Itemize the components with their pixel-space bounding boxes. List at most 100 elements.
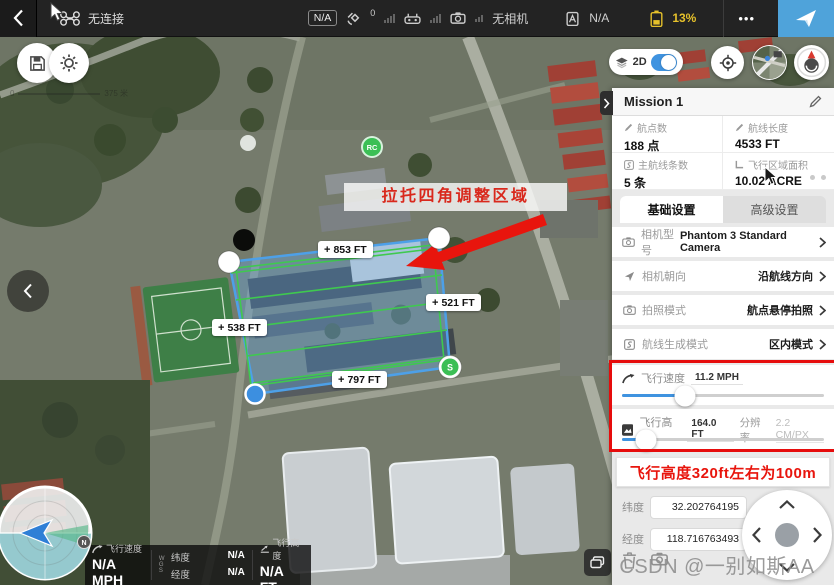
svg-text:N: N (81, 540, 86, 547)
dpad-right-icon[interactable] (813, 527, 822, 543)
2d-label: 2D (633, 56, 647, 68)
gps-signal-bars (384, 14, 395, 23)
stat-route-length: 航线长度 4533 FT (723, 116, 834, 153)
camera-status: 无相机 (492, 10, 528, 27)
chevron-right-icon (819, 305, 826, 316)
altitude-icon (260, 544, 270, 554)
panel-collapse-button[interactable] (600, 91, 613, 115)
dpad-center-button[interactable] (775, 523, 799, 547)
telemetry-altitude: 飞行高度 N/A FT (253, 545, 311, 585)
crosshair-icon (719, 54, 737, 72)
insert-point-icon (218, 322, 224, 334)
edge-length-top[interactable]: 853 FT (318, 241, 373, 258)
top-status-bar: 无连接 N/A 0 (0, 0, 834, 37)
altitude-note: 飞行高度320ft左右为100m (616, 457, 830, 487)
mission-stats: 航点数 188 点 航线长度 4533 FT 主航线条数 (612, 116, 834, 190)
stat-waypoints: 航点数 188 点 (612, 116, 723, 153)
compass-icon (794, 45, 829, 80)
stats-page-dots[interactable] (810, 175, 826, 180)
rc-signal-bars (430, 14, 441, 23)
rc-home-marker[interactable]: RC (361, 136, 383, 158)
serpentine-icon (624, 160, 634, 170)
insert-point-icon (324, 244, 330, 256)
mouse-cursor-black (764, 166, 778, 185)
connection-status: 无连接 (88, 10, 124, 27)
speed-slider-row: 飞行速度 11.2 MPH (612, 365, 834, 405)
speed-value: 11.2 MPH (691, 372, 743, 385)
satellite-count: 0 (370, 8, 375, 18)
insert-point-icon (432, 297, 438, 309)
edge-length-right[interactable]: 521 FT (426, 294, 481, 311)
speed-slider-thumb[interactable] (674, 385, 695, 406)
waypoint-icon (624, 123, 633, 132)
attitude-gauge: N (0, 0, 140, 585)
corner-handle-top-left[interactable] (218, 251, 240, 273)
setting-camera-heading[interactable]: 相机朝向 沿航线方向 (612, 261, 834, 291)
setting-route-mode[interactable]: 航线生成模式 区内模式 (612, 329, 834, 359)
corner-handle-top-right[interactable] (428, 227, 450, 249)
camera-icon (622, 237, 635, 247)
stat-main-lines: 主航线条数 5 条 (612, 153, 723, 190)
route-length-icon (735, 123, 744, 132)
dpad-left-icon[interactable] (752, 527, 761, 543)
map-layer-toggle[interactable]: 2D (609, 49, 683, 75)
corner-handle-bottom-left[interactable] (246, 385, 265, 404)
watermark: CSDN @一别如斯AA (600, 550, 834, 579)
takeoff-plane-icon (795, 7, 817, 29)
minimap-thumbnail (752, 45, 787, 80)
flight-altitude-icon (622, 424, 633, 436)
altitude-slider-thumb[interactable] (636, 429, 657, 450)
mission-title: Mission 1 (624, 94, 683, 109)
minimap-button[interactable] (752, 45, 787, 80)
app-screen: S N 无连接 (0, 0, 834, 585)
setting-camera-model[interactable]: 相机型号 Phantom 3 Standard Camera (612, 227, 834, 257)
flight-mode-icon (565, 11, 580, 26)
flight-speed-icon (622, 373, 635, 384)
camera-signal-bars (475, 15, 483, 22)
2d-toggle-switch[interactable] (651, 54, 677, 71)
chevron-right-icon (819, 339, 826, 350)
locate-me-button[interactable] (711, 46, 744, 79)
gps-mode-badge: N/A (308, 10, 338, 26)
battery-percent: 13% (672, 11, 696, 25)
start-marker[interactable]: S (439, 356, 462, 379)
back-chevron-icon (13, 9, 24, 27)
altitude-slider-row: 飞行高度 164.0 FT 分辨率 2.2 CM/PX (612, 409, 834, 449)
stat-area: 飞行区域面积 10.02 ACRE (723, 153, 834, 190)
tab-advanced-settings[interactable]: 高级设置 (723, 196, 826, 223)
flight-mode-value: N/A (589, 11, 609, 25)
chevron-right-icon (603, 98, 610, 109)
edge-length-bottom[interactable]: 797 FT (332, 371, 387, 388)
tab-basic-settings[interactable]: 基础设置 (620, 196, 723, 223)
compass-reset-button[interactable] (794, 45, 829, 80)
back-button[interactable] (0, 0, 37, 37)
speed-slider-track[interactable] (622, 394, 824, 397)
mission-panel: Mission 1 航点数 188 点 航线长度 4533 FT (612, 88, 834, 585)
more-menu-button[interactable]: ••• (723, 0, 769, 37)
mouse-cursor-white (50, 2, 64, 21)
camera-icon (622, 305, 636, 315)
route-mode-icon (622, 339, 636, 350)
telemetry-coords: WGS 纬度N/A 经度N/A (152, 545, 252, 585)
mission-header: Mission 1 (612, 88, 834, 116)
camera-signal-icon (450, 12, 466, 24)
satellite-icon (346, 11, 361, 26)
insert-point-icon (338, 374, 344, 386)
remote-controller-icon (404, 12, 421, 25)
edge-length-left[interactable]: 538 FT (212, 319, 267, 336)
setting-photo-mode[interactable]: 拍照模式 航点悬停拍照 (612, 295, 834, 325)
dpad-up-icon[interactable] (779, 500, 795, 509)
latitude-input[interactable] (650, 496, 747, 519)
altitude-slider-track[interactable] (622, 438, 824, 441)
svg-text:S: S (447, 363, 453, 373)
chevron-right-icon (819, 237, 826, 248)
wgs-label: WGS (159, 556, 167, 574)
area-ruler-icon (735, 160, 744, 169)
edit-pencil-icon[interactable] (809, 95, 822, 108)
heading-plane-icon (622, 271, 636, 282)
start-flight-button[interactable] (778, 0, 834, 37)
tutorial-annotation: 拉托四角调整区域 (344, 183, 567, 211)
longitude-input[interactable] (650, 528, 747, 551)
chevron-right-icon (819, 271, 826, 282)
settings-tabs: 基础设置 高级设置 (620, 196, 826, 223)
